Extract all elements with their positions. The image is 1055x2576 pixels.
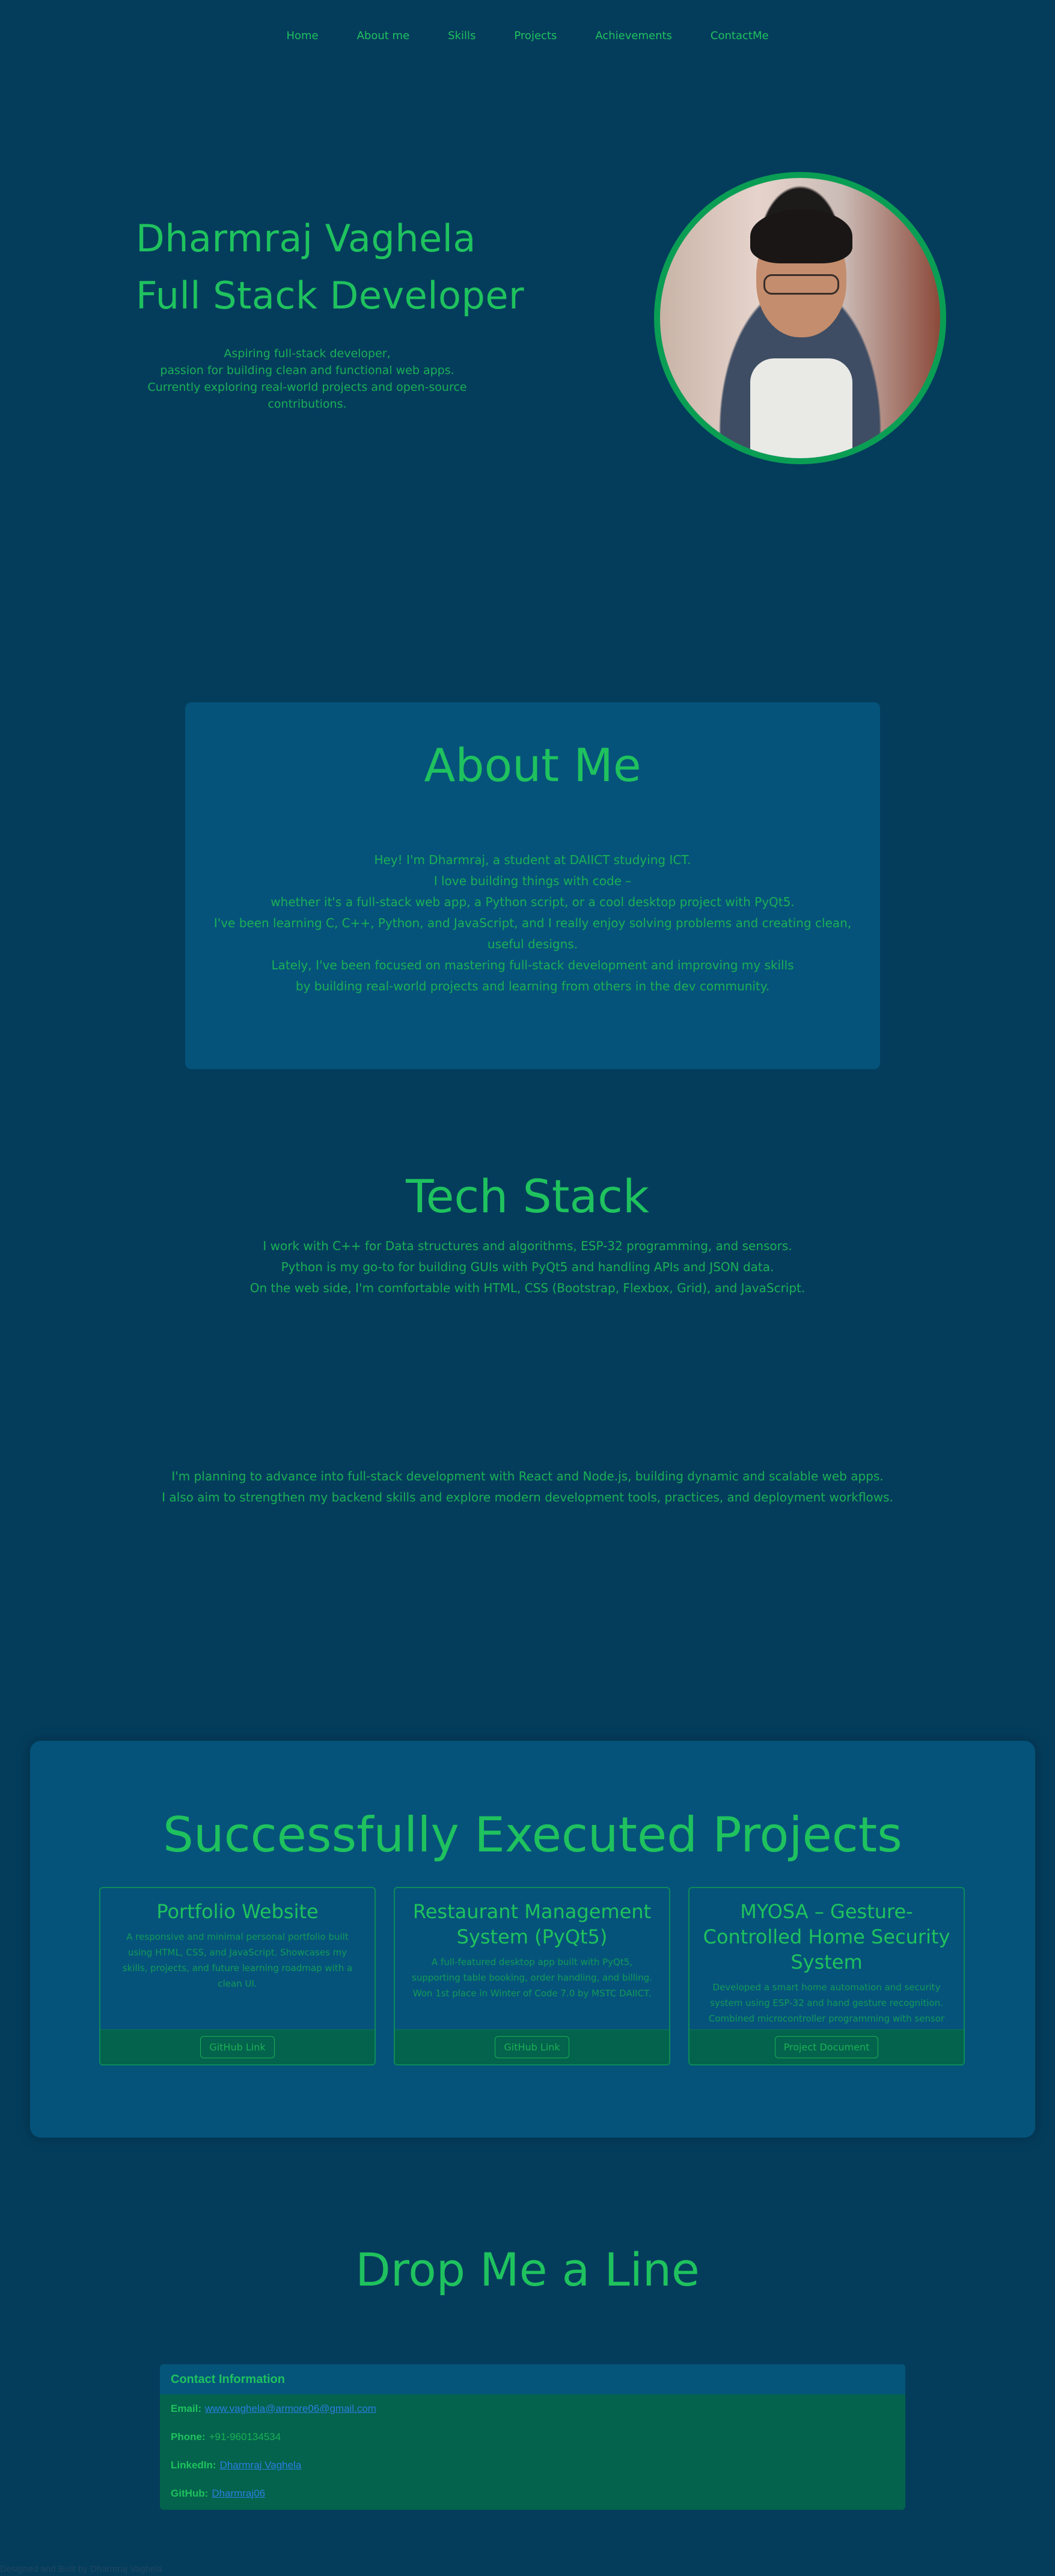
nav-achievements-link[interactable]: Achievements	[576, 29, 691, 42]
about-line: useful designs.	[487, 937, 578, 951]
nav-projects-link[interactable]: Projects	[495, 29, 576, 42]
tech-stack-text: I work with C++ for Data structures and …	[0, 1236, 1055, 1299]
profile-photo	[654, 172, 946, 464]
email-link[interactable]: www.vaghela@armore06@gmail.com	[205, 2403, 376, 2415]
about-line: by building real-world projects and lear…	[295, 979, 770, 993]
contact-card: Contact Information Email: www.vaghela@a…	[160, 2364, 905, 2510]
tech-line: Python is my go-to for building GUIs wit…	[281, 1260, 774, 1274]
hero-description: Aspiring full-stack developer, passion f…	[136, 345, 479, 412]
linkedin-link[interactable]: Dharmraj Vaghela	[220, 2459, 302, 2471]
about-title: About Me	[424, 738, 641, 792]
github-link-button[interactable]: GitHub Link	[495, 2036, 569, 2058]
project-card: Restaurant Management System (PyQt5) A f…	[394, 1887, 670, 2065]
tech-line: On the web side, I'm comfortable with HT…	[249, 1281, 806, 1295]
nav-contact-link[interactable]: ContactMe	[691, 29, 788, 42]
project-description: A responsive and minimal personal portfo…	[122, 1931, 353, 1989]
projects-section: Successfully Executed Projects Portfolio…	[30, 1741, 1035, 2138]
top-nav: Home About me Skills Projects Achievemen…	[0, 0, 1055, 71]
photo-shirt	[750, 358, 852, 458]
projects-title: Successfully Executed Projects	[163, 1807, 902, 1863]
about-line: Lately, I've been focused on mastering f…	[271, 958, 794, 972]
about-line: I've been learning C, C++, Python, and J…	[213, 916, 852, 930]
hero-name: Dharmraj Vaghela	[136, 216, 476, 260]
contact-row-linkedin: LinkedIn: Dharmraj Vaghela	[160, 2451, 905, 2479]
contact-row-email: Email: www.vaghela@armore06@gmail.com	[160, 2394, 905, 2423]
about-line: whether it's a full-stack web app, a Pyt…	[271, 895, 795, 909]
github-link-button[interactable]: GitHub Link	[200, 2036, 275, 2058]
project-card: Portfolio Website A responsive and minim…	[99, 1887, 376, 2065]
nav-about-link[interactable]: About me	[338, 29, 429, 42]
contact-title: Drop Me a Line	[355, 2243, 700, 2296]
contact-key: Phone:	[171, 2430, 206, 2443]
project-footer: GitHub Link	[395, 2029, 669, 2064]
contact-row-github: GitHub: Dharmraj06	[160, 2479, 905, 2507]
project-title: MYOSA – Gesture-Controlled Home Security…	[703, 1900, 950, 1973]
contact-header: Contact Information	[160, 2364, 905, 2394]
photo-glasses	[763, 274, 839, 295]
nav-home-link[interactable]: Home	[267, 29, 337, 42]
hero-desc-line: passion for building clean and functiona…	[160, 364, 454, 377]
project-footer: Project Document	[690, 2029, 964, 2064]
nav-skills-link[interactable]: Skills	[429, 29, 495, 42]
project-card: MYOSA – Gesture-Controlled Home Security…	[688, 1887, 965, 2065]
github-link[interactable]: Dharmraj06	[212, 2488, 265, 2500]
about-line: I love building things with code –	[433, 874, 632, 888]
contact-key: LinkedIn:	[171, 2459, 216, 2471]
plan-line: I'm planning to advance into full-stack …	[171, 1469, 884, 1483]
project-description: A full-featured desktop app built with P…	[412, 1957, 652, 1999]
hero-desc-line: Currently exploring real-world projects …	[147, 381, 467, 394]
future-plan-text: I'm planning to advance into full-stack …	[0, 1466, 1055, 1508]
hero-desc-line: Aspiring full-stack developer,	[224, 347, 391, 360]
contact-key: Email:	[171, 2402, 202, 2414]
tech-line: I work with C++ for Data structures and …	[263, 1239, 792, 1253]
hero-desc-line: contributions.	[268, 397, 347, 411]
plan-line: I also aim to strengthen my backend skil…	[162, 1490, 893, 1504]
about-text: Hey! I'm Dharmraj, a student at DAIICT s…	[209, 850, 856, 997]
contact-key: GitHub:	[171, 2487, 209, 2499]
phone-value: +91-960134534	[209, 2430, 281, 2443]
about-line: Hey! I'm Dharmraj, a student at DAIICT s…	[374, 853, 691, 867]
project-document-button[interactable]: Project Document	[774, 2036, 879, 2058]
photo-hair	[750, 209, 852, 263]
tech-stack-title: Tech Stack	[406, 1170, 649, 1223]
project-title: Portfolio Website	[156, 1900, 319, 1923]
project-footer: GitHub Link	[100, 2029, 375, 2064]
about-section: About Me Hey! I'm Dharmraj, a student at…	[185, 702, 880, 1069]
project-title: Restaurant Management System (PyQt5)	[412, 1900, 652, 1948]
footer-credit: Designed and Built by Dharmraj Vaghela	[0, 2564, 162, 2574]
hero-role: Full Stack Developer	[136, 274, 524, 317]
contact-row-phone: Phone: +91-960134534	[160, 2423, 905, 2451]
